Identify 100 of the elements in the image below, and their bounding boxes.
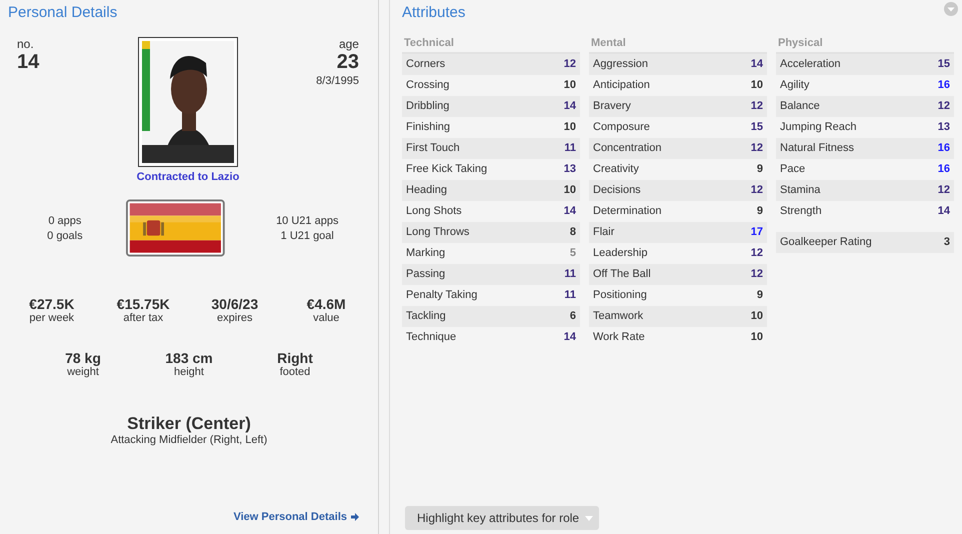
attribute-name: First Touch xyxy=(406,141,460,156)
body-label: height xyxy=(174,366,204,378)
contract-value: €4.6M xyxy=(306,296,346,312)
body-value: 183 cm xyxy=(165,350,213,366)
attribute-value: 12 xyxy=(750,141,763,156)
apps-count: 0 apps xyxy=(48,214,82,226)
contract-value: 30/6/23 xyxy=(211,296,258,312)
attribute-value: 5 xyxy=(570,246,576,261)
attribute-value: 14 xyxy=(750,57,763,72)
attribute-value: 13 xyxy=(564,162,576,177)
attribute-name: Technique xyxy=(406,330,456,345)
attribute-value: 15 xyxy=(938,57,950,72)
attribute-value: 17 xyxy=(750,225,763,240)
attribute-name: Teamwork xyxy=(593,309,644,324)
attribute-value: 11 xyxy=(564,288,576,303)
attribute-name: Determination xyxy=(593,204,662,219)
u21-goals-count: 1 U21 goal xyxy=(280,230,334,242)
contract-label: after tax xyxy=(123,312,164,324)
attribute-name: Work Rate xyxy=(593,330,645,345)
attribute-value: 12 xyxy=(750,246,763,261)
attribute-value: 11 xyxy=(564,141,576,156)
number-label: no. xyxy=(17,37,35,51)
attribute-name: Heading xyxy=(406,183,447,198)
attribute-name: Agility xyxy=(780,78,810,93)
contract-link[interactable]: Contracted to Lazio xyxy=(136,171,240,183)
attribute-name: Pace xyxy=(780,162,806,177)
attribute-name: Decisions xyxy=(593,183,641,198)
attribute-name: Free Kick Taking xyxy=(406,162,488,177)
attribute-value: 10 xyxy=(750,330,763,345)
contract-label: per week xyxy=(29,312,74,324)
attribute-value: 10 xyxy=(564,120,576,135)
attribute-value: 12 xyxy=(564,57,576,72)
attribute-name: Off The Ball xyxy=(593,267,651,282)
attribute-value: 12 xyxy=(750,183,763,198)
main-position: Striker (Center) xyxy=(127,414,251,434)
age-label: age xyxy=(338,37,359,51)
attribute-value: 10 xyxy=(564,183,576,198)
panel-title: Attributes xyxy=(402,3,466,23)
dropdown-icon[interactable] xyxy=(944,2,958,16)
attribute-value: 11 xyxy=(564,267,576,282)
secondary-position: Attacking Midfielder (Right, Left) xyxy=(110,434,268,446)
attribute-value: 14 xyxy=(564,330,576,345)
attribute-value: 14 xyxy=(564,204,576,219)
attribute-name: Bravery xyxy=(593,99,631,114)
attribute-value: 16 xyxy=(938,141,950,156)
attribute-value: 14 xyxy=(564,99,576,114)
contract-label: value xyxy=(313,312,340,324)
u21-apps-count: 10 U21 apps xyxy=(276,214,338,226)
attribute-value: 9 xyxy=(756,162,763,177)
attribute-name: Goalkeeper Rating xyxy=(780,235,872,250)
attribute-value: 10 xyxy=(750,78,763,93)
attribute-name: Composure xyxy=(593,120,650,135)
attribute-name: Long Shots xyxy=(406,204,462,219)
attribute-name: Long Throws xyxy=(406,225,470,240)
attribute-name: Flair xyxy=(593,225,614,240)
attribute-name: Acceleration xyxy=(780,57,841,72)
attribute-value: 3 xyxy=(944,235,950,250)
contract-label: expires xyxy=(217,312,252,324)
attribute-name: Creativity xyxy=(593,162,639,177)
shirt-number: 14 xyxy=(17,51,40,73)
attribute-value: 12 xyxy=(750,99,763,114)
attribute-name: Anticipation xyxy=(593,78,650,93)
attribute-name: Marking xyxy=(406,246,446,261)
contract-value: €15.75K xyxy=(116,296,170,312)
arrow-icon xyxy=(351,513,359,521)
attribute-name: Concentration xyxy=(593,141,662,156)
body-value: 78 kg xyxy=(65,350,101,366)
attribute-name: Aggression xyxy=(593,57,648,72)
attribute-name: Finishing xyxy=(406,120,450,135)
view-details-link[interactable]: View Personal Details xyxy=(233,511,347,523)
attribute-name: Dribbling xyxy=(406,99,450,114)
attribute-value: 12 xyxy=(938,183,950,198)
body-label: weight xyxy=(67,366,99,378)
attribute-value: 12 xyxy=(938,99,950,114)
attribute-name: Tackling xyxy=(406,309,446,324)
attribute-name: Penalty Taking xyxy=(406,288,478,303)
highlight-dropdown[interactable]: Highlight key attributes for role xyxy=(405,506,600,530)
attribute-value: 13 xyxy=(938,120,950,135)
attribute-value: 15 xyxy=(750,120,763,135)
goals-count: 0 goals xyxy=(47,230,83,242)
attribute-value: 10 xyxy=(750,309,763,324)
attribute-name: Natural Fitness xyxy=(780,141,854,156)
panel-title: Personal Details xyxy=(7,3,118,23)
attribute-name: Strength xyxy=(780,204,822,219)
age-value: 23 xyxy=(336,51,359,73)
attribute-value: 6 xyxy=(570,309,576,324)
attribute-name: Positioning xyxy=(593,288,647,303)
flag-icon xyxy=(126,198,225,258)
attribute-value: 9 xyxy=(756,204,763,219)
attribute-name: Leadership xyxy=(593,246,648,261)
body-label: footed xyxy=(280,366,310,378)
date-of-birth: 8/3/1995 xyxy=(316,75,359,87)
attribute-value: 14 xyxy=(938,204,950,219)
contract-value: €27.5K xyxy=(29,296,74,312)
attribute-value: 9 xyxy=(756,288,763,303)
attribute-name: Stamina xyxy=(780,183,820,198)
caret-icon xyxy=(585,516,594,520)
attribute-value: 12 xyxy=(750,267,763,282)
attribute-name: Crossing xyxy=(406,78,450,93)
attribute-value: 8 xyxy=(570,225,576,240)
